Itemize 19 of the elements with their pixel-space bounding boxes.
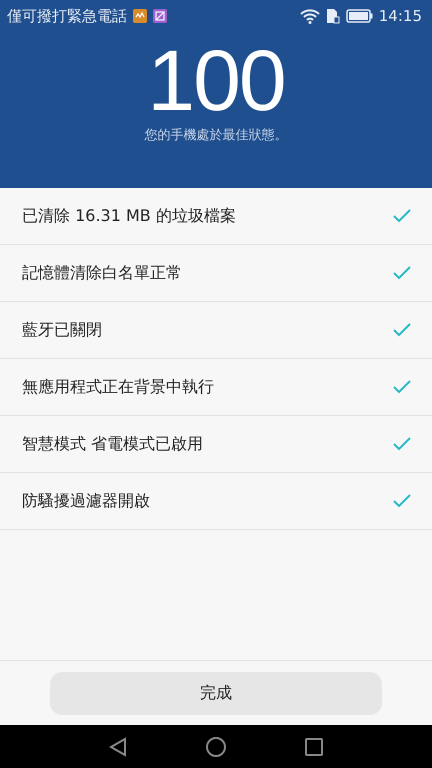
result-label: 記憶體清除白名單正常 [22, 262, 183, 284]
result-label: 防騷擾過濾器開啟 [22, 490, 151, 512]
sim-card-icon [326, 8, 340, 24]
result-label: 藍牙已關閉 [22, 320, 103, 340]
result-label: 無應用程式正在背景中執行 [22, 376, 215, 398]
carrier-text: 僅可撥打緊急電話 [7, 6, 127, 26]
notification-icon [153, 9, 167, 23]
notification-icon [133, 9, 147, 23]
home-icon[interactable] [205, 736, 227, 758]
result-label: 已清除 16.31 MB 的垃圾檔案 [22, 206, 237, 226]
wifi-icon [300, 8, 320, 24]
clock-time: 14:15 [378, 7, 422, 25]
recent-apps-icon[interactable] [303, 736, 325, 758]
done-button[interactable]: 完成 [50, 672, 382, 714]
optimization-score: 100 [147, 38, 285, 124]
back-icon[interactable] [107, 736, 129, 758]
status-message: 您的手機處於最佳狀態。 [144, 127, 288, 144]
result-label: 智慧模式 省電模式已啟用 [22, 434, 204, 454]
battery-icon [346, 9, 373, 23]
